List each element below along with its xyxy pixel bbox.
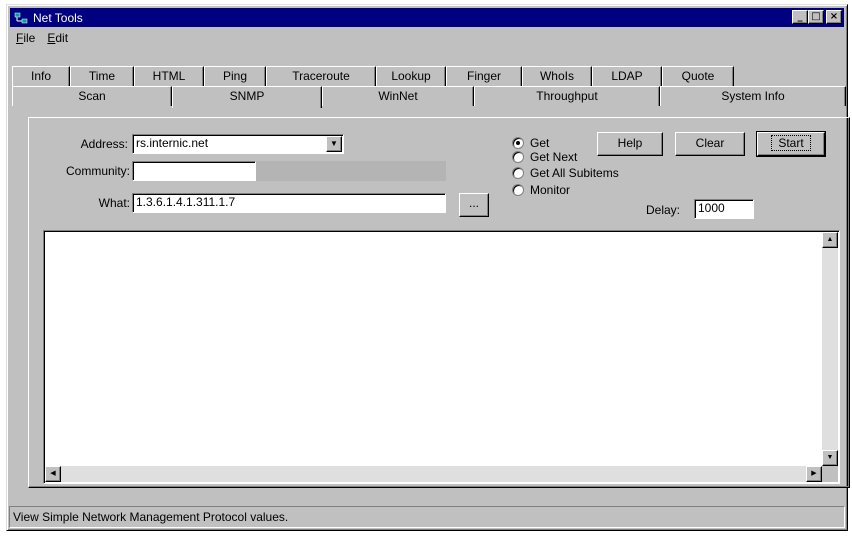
tab-time[interactable]: Time (70, 66, 134, 86)
scroll-right-icon[interactable]: ▶ (806, 466, 822, 482)
browse-button[interactable]: ... (459, 193, 489, 217)
scroll-down-icon[interactable]: ▼ (822, 450, 838, 466)
title-bar[interactable]: Net Tools _ □ × (10, 8, 844, 27)
radio-monitor[interactable]: Monitor (512, 183, 570, 197)
help-button[interactable]: Help (597, 132, 663, 156)
menu-bar: File Edit (10, 28, 74, 48)
delay-label: Delay: (645, 203, 680, 217)
status-area: View Simple Network Management Protocol … (6, 501, 848, 531)
tab-row-2: Scan SNMP WinNet Throughput System Info (12, 86, 846, 108)
output-text (44, 231, 839, 235)
minimize-button[interactable]: _ (792, 10, 808, 24)
community-extension (256, 161, 446, 181)
delay-field[interactable]: 1000 (694, 199, 754, 219)
radio-get-dot[interactable] (512, 137, 524, 149)
tab-finger[interactable]: Finger (446, 66, 522, 86)
address-combobox[interactable]: rs.internic.net ▼ (132, 134, 344, 154)
address-label: Address: (80, 137, 128, 151)
tab-snmp[interactable]: SNMP (172, 86, 322, 108)
radio-get-next-label: Get Next (530, 150, 578, 164)
radio-get-all-subitems[interactable]: Get All Subitems (512, 166, 619, 180)
start-button[interactable]: Start (756, 131, 826, 157)
scroll-up-icon[interactable]: ▲ (822, 232, 838, 248)
tab-quote[interactable]: Quote (662, 66, 734, 86)
status-bar: View Simple Network Management Protocol … (9, 506, 845, 528)
tab-lookup[interactable]: Lookup (376, 66, 446, 86)
radio-get-all-label: Get All Subitems (530, 166, 619, 180)
radio-get-all-dot[interactable] (512, 167, 524, 179)
horizontal-scrollbar[interactable]: ◀ ▶ (45, 466, 822, 482)
window-controls: _ □ × (792, 10, 842, 24)
tab-winnet[interactable]: WinNet (322, 86, 474, 106)
tab-html[interactable]: HTML (134, 66, 204, 86)
tab-throughput[interactable]: Throughput (474, 86, 660, 106)
radio-get[interactable]: Get (512, 136, 549, 150)
output-area[interactable]: ▲ ▼ ◀ ▶ (43, 230, 840, 484)
community-field[interactable] (132, 161, 256, 181)
radio-get-next[interactable]: Get Next (512, 150, 577, 164)
tab-system-info[interactable]: System Info (660, 86, 846, 106)
vertical-scrollbar[interactable]: ▲ ▼ (822, 232, 838, 466)
size-grip (822, 466, 838, 482)
radio-monitor-label: Monitor (530, 183, 571, 197)
chevron-down-icon[interactable]: ▼ (326, 136, 342, 152)
radio-monitor-dot[interactable] (512, 184, 524, 196)
radio-get-label: Get (530, 136, 550, 150)
what-field[interactable]: 1.3.6.1.4.1.311.1.7 (132, 193, 446, 213)
clear-button[interactable]: Clear (675, 132, 745, 156)
window-title: Net Tools (33, 10, 83, 25)
tab-ldap[interactable]: LDAP (592, 66, 662, 86)
network-icon (13, 10, 29, 26)
menu-edit[interactable]: Edit (41, 31, 74, 45)
tab-ping[interactable]: Ping (204, 66, 266, 86)
scroll-left-icon[interactable]: ◀ (45, 466, 61, 482)
address-value: rs.internic.net (136, 136, 209, 150)
radio-get-next-dot[interactable] (512, 151, 524, 163)
tab-info[interactable]: Info (12, 66, 70, 86)
tab-traceroute[interactable]: Traceroute (266, 66, 376, 86)
what-label: What: (98, 196, 130, 210)
menu-file[interactable]: File (10, 31, 41, 45)
community-label: Community: (65, 164, 130, 178)
tab-scan[interactable]: Scan (12, 86, 172, 106)
tab-whois[interactable]: WhoIs (522, 66, 592, 86)
maximize-button[interactable]: □ (808, 10, 824, 24)
close-button[interactable]: × (826, 10, 842, 24)
tab-row-1: Info Time HTML Ping Traceroute Lookup Fi… (12, 66, 846, 86)
